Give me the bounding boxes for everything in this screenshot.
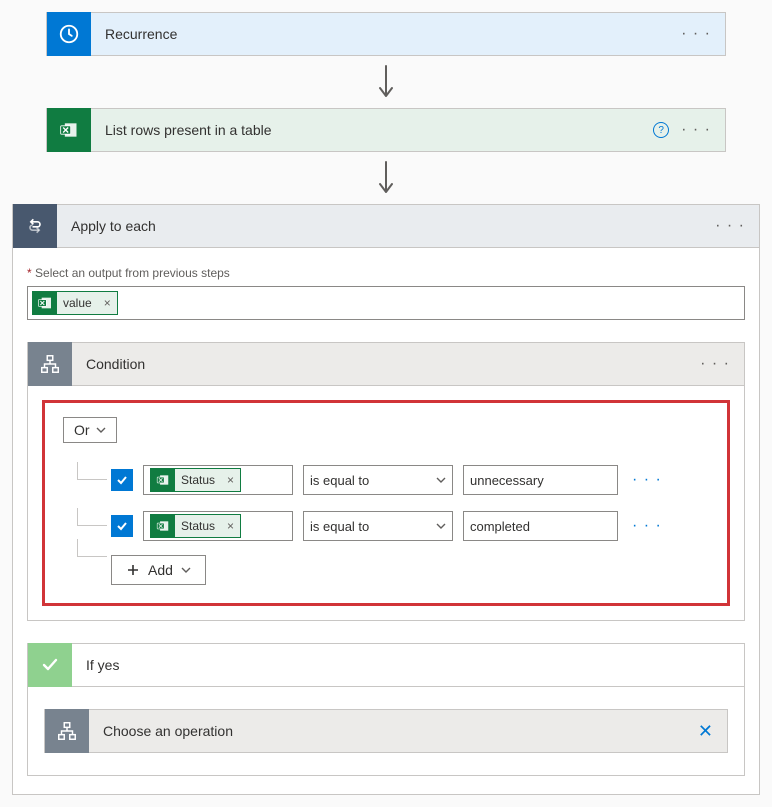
- output-input[interactable]: value ×: [27, 286, 745, 320]
- choose-operation-label: Choose an operation: [89, 723, 698, 739]
- clock-icon: [47, 12, 91, 56]
- condition-value-input[interactable]: completed: [463, 511, 618, 541]
- output-field-label: * Select an output from previous steps: [27, 266, 745, 280]
- step-condition[interactable]: Condition · · ·: [27, 342, 745, 386]
- step-condition-container: Condition · · · Or: [27, 342, 745, 621]
- loop-icon: [13, 204, 57, 248]
- required-star-icon: *: [27, 266, 32, 280]
- group-operator-dropdown[interactable]: Or: [63, 417, 117, 443]
- check-icon: [28, 643, 72, 687]
- chevron-down-icon: [181, 565, 191, 575]
- step-title: List rows present in a table: [91, 122, 653, 138]
- condition-row: Status × is equal to completed: [63, 503, 709, 549]
- if-yes-body: Choose an operation ✕: [27, 687, 745, 776]
- condition-operator-dropdown[interactable]: is equal to: [303, 465, 453, 495]
- chip-label: value: [57, 296, 98, 310]
- value-text: unnecessary: [470, 473, 544, 488]
- condition-body: Or: [27, 386, 745, 621]
- excel-icon: [151, 514, 175, 538]
- chip-label: Status: [175, 473, 221, 487]
- arrow-down-icon: [12, 152, 760, 204]
- group-operator-label: Or: [74, 422, 90, 438]
- excel-icon: [151, 468, 175, 492]
- condition-left-input[interactable]: Status ×: [143, 511, 293, 541]
- choose-operation[interactable]: Choose an operation ✕: [44, 709, 728, 753]
- value-chip[interactable]: value ×: [32, 291, 118, 315]
- status-chip[interactable]: Status ×: [150, 468, 241, 492]
- remove-chip-icon[interactable]: ×: [221, 473, 240, 487]
- step-title: Condition: [72, 356, 700, 372]
- step-title: Apply to each: [57, 218, 715, 234]
- plus-icon: [126, 563, 140, 577]
- step-apply-to-each[interactable]: Apply to each · · ·: [12, 204, 760, 248]
- chevron-down-icon: [436, 475, 446, 485]
- status-chip[interactable]: Status ×: [150, 514, 241, 538]
- flow-canvas: Recurrence · · · List rows present in a …: [12, 12, 760, 795]
- condition-row: Status × is equal to unnecessary: [63, 457, 709, 503]
- step-title: If yes: [72, 657, 744, 673]
- step-if-yes-container: If yes Choose an operation ✕: [27, 643, 745, 776]
- condition-highlight: Or: [42, 400, 730, 606]
- step-if-yes[interactable]: If yes: [27, 643, 745, 687]
- apply-to-each-body: * Select an output from previous steps v…: [12, 248, 760, 795]
- add-condition-button[interactable]: Add: [111, 555, 206, 585]
- remove-chip-icon[interactable]: ×: [221, 519, 240, 533]
- step-list-rows[interactable]: List rows present in a table ? · · ·: [46, 108, 726, 152]
- condition-rows: Status × is equal to unnecessary: [63, 457, 709, 585]
- tree-connector: [77, 508, 107, 526]
- more-icon[interactable]: · · ·: [681, 121, 711, 139]
- operator-label: is equal to: [310, 473, 369, 488]
- more-icon[interactable]: · · ·: [700, 355, 730, 373]
- remove-chip-icon[interactable]: ×: [98, 296, 117, 310]
- condition-value-input[interactable]: unnecessary: [463, 465, 618, 495]
- add-label: Add: [148, 562, 173, 578]
- value-text: completed: [470, 519, 530, 534]
- row-more-icon[interactable]: · · ·: [628, 471, 666, 489]
- arrow-down-icon: [12, 56, 760, 108]
- more-icon[interactable]: · · ·: [715, 217, 745, 235]
- excel-icon: [33, 291, 57, 315]
- chevron-down-icon: [96, 425, 106, 435]
- condition-left-input[interactable]: Status ×: [143, 465, 293, 495]
- close-icon[interactable]: ✕: [698, 721, 727, 742]
- condition-icon: [45, 709, 89, 753]
- field-label-text: Select an output from previous steps: [35, 266, 230, 280]
- row-toggle[interactable]: [111, 515, 133, 537]
- condition-icon: [28, 342, 72, 386]
- chip-label: Status: [175, 519, 221, 533]
- excel-icon: [47, 108, 91, 152]
- tree-connector: [77, 462, 107, 480]
- row-more-icon[interactable]: · · ·: [628, 517, 666, 535]
- operator-label: is equal to: [310, 519, 369, 534]
- condition-operator-dropdown[interactable]: is equal to: [303, 511, 453, 541]
- tree-connector: [77, 539, 107, 557]
- step-recurrence[interactable]: Recurrence · · ·: [46, 12, 726, 56]
- help-icon[interactable]: ?: [653, 122, 669, 138]
- row-toggle[interactable]: [111, 469, 133, 491]
- chevron-down-icon: [436, 521, 446, 531]
- step-title: Recurrence: [91, 26, 681, 42]
- more-icon[interactable]: · · ·: [681, 25, 711, 43]
